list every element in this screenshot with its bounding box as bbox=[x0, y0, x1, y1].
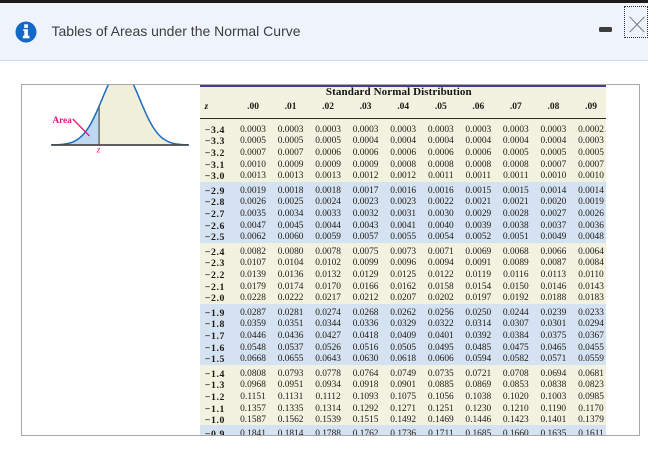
svg-text:Area: Area bbox=[53, 115, 73, 125]
